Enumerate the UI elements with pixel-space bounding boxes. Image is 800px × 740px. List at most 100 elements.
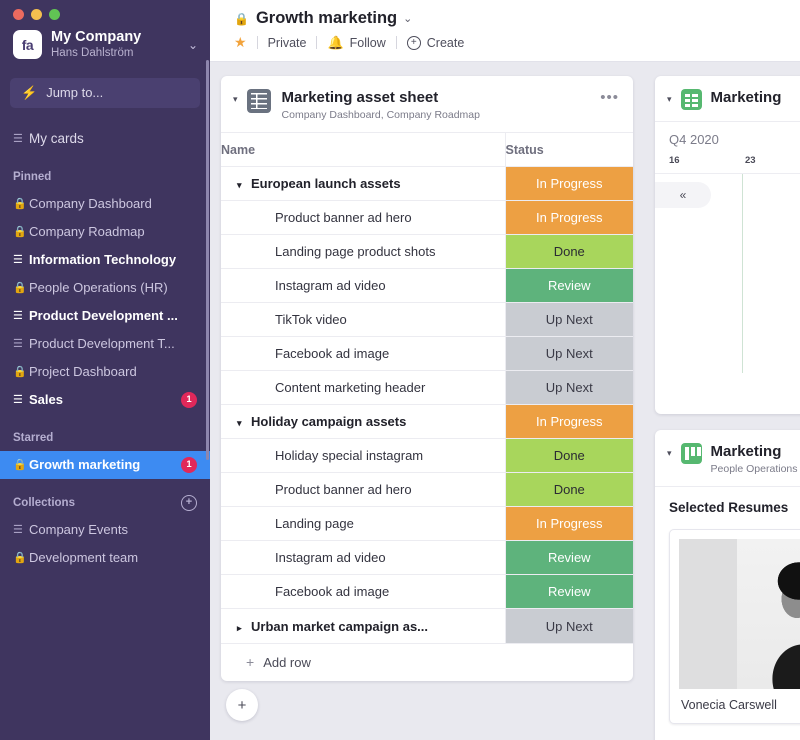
sidebar-item-label: People Operations (HR): [29, 280, 168, 296]
cell-status[interactable]: Up Next: [504, 336, 633, 371]
row-name: Holiday campaign assets: [251, 414, 407, 430]
follow-button[interactable]: 🔔 Follow: [327, 35, 385, 51]
table-row[interactable]: Holiday special instagram Done: [221, 438, 633, 473]
org-switcher[interactable]: fa My Company Hans Dahlström ⌄: [0, 20, 210, 61]
row-expand-caret-icon[interactable]: ▾: [237, 418, 251, 429]
row-expand-caret-icon[interactable]: ▾: [237, 180, 251, 191]
card-header: ▾ Marketing People Operations (HR): [655, 430, 800, 486]
gantt-collapse-button[interactable]: «: [655, 182, 711, 208]
sidebar-item-product-development[interactable]: ☰ Product Development ...: [0, 302, 210, 330]
sidebar: fa My Company Hans Dahlström ⌄ ⚡ Jump to…: [0, 0, 210, 740]
sidebar-item-sales[interactable]: ☰ Sales 1: [0, 386, 210, 414]
maximize-window-icon[interactable]: [49, 9, 60, 20]
cell-name: Facebook ad image: [221, 574, 505, 609]
table-row[interactable]: Facebook ad image Up Next: [221, 336, 633, 371]
gantt-body: Q4 2020 16 23 30 «: [655, 121, 800, 399]
cell-name: Content marketing header: [221, 370, 505, 405]
gantt-tick-row: 16 23 30: [655, 155, 800, 173]
table-row[interactable]: Product banner ad hero Done: [221, 472, 633, 507]
privacy-button[interactable]: Private: [268, 36, 307, 50]
cell-status[interactable]: In Progress: [504, 506, 633, 541]
table-row[interactable]: Landing page In Progress: [221, 506, 633, 541]
sidebar-item-company-events[interactable]: ☰ Company Events: [0, 516, 210, 544]
table-row[interactable]: Facebook ad image Review: [221, 574, 633, 609]
cell-status[interactable]: Review: [504, 574, 633, 609]
cell-status[interactable]: Done: [504, 234, 633, 269]
add-row-button[interactable]: + Add row: [221, 642, 633, 681]
row-expand-caret-icon[interactable]: ▸: [237, 623, 251, 634]
divider: [316, 36, 318, 49]
table-row[interactable]: ▾ Holiday campaign assets In Progress: [221, 404, 633, 439]
sidebar-scrollbar[interactable]: [206, 60, 209, 460]
minimize-window-icon[interactable]: [31, 9, 42, 20]
sidebar-item-product-development-team[interactable]: ☰ Product Development T...: [0, 330, 210, 358]
cell-status[interactable]: In Progress: [504, 404, 633, 439]
cell-name: Product banner ad hero: [221, 472, 505, 507]
avatar: [679, 539, 800, 690]
star-icon[interactable]: ★: [234, 34, 247, 51]
sidebar-item-company-roadmap[interactable]: 🔒 Company Roadmap: [0, 218, 210, 246]
year-value: 2020: [689, 132, 719, 147]
create-button[interactable]: + Create: [406, 35, 464, 50]
cell-name: ▾ European launch assets: [221, 166, 505, 201]
org-username: Hans Dahlström: [51, 46, 134, 59]
cell-status[interactable]: Up Next: [504, 608, 633, 643]
privacy-label: Private: [267, 35, 307, 50]
cell-status[interactable]: In Progress: [504, 166, 633, 201]
column-header-status[interactable]: Status: [504, 132, 633, 167]
page-title: 🔒 Growth marketing ⌄: [234, 9, 800, 28]
sidebar-item-information-technology[interactable]: ☰ Information Technology: [0, 246, 210, 274]
gantt-tick: 23: [745, 155, 756, 166]
collapse-caret-icon[interactable]: ▾: [667, 443, 681, 459]
sidebar-item-company-dashboard[interactable]: 🔒 Company Dashboard: [0, 190, 210, 218]
card-subtitle: People Operations (HR): [710, 463, 800, 476]
table-row[interactable]: Instagram ad video Review: [221, 540, 633, 575]
lock-icon: 🔒: [13, 226, 27, 239]
cell-status[interactable]: Review: [504, 268, 633, 303]
topbar: 🔒 Growth marketing ⌄ ★ Private 🔔 Follow …: [210, 0, 800, 62]
lock-icon: 🔒: [234, 11, 249, 26]
cell-status[interactable]: Up Next: [504, 302, 633, 337]
column-header-name[interactable]: Name: [221, 132, 505, 167]
close-window-icon[interactable]: [13, 9, 24, 20]
cell-status[interactable]: Up Next: [504, 370, 633, 405]
add-collection-button[interactable]: +: [181, 494, 197, 511]
kanban-card-item[interactable]: Vonecia Carswell: [669, 529, 800, 725]
table-row[interactable]: Content marketing header Up Next: [221, 370, 633, 405]
jump-to-search[interactable]: ⚡ Jump to...: [10, 77, 200, 108]
sidebar-item-label: Product Development T...: [29, 336, 175, 352]
cell-name: Product banner ad hero: [221, 200, 505, 235]
ellipsis-icon[interactable]: •••: [598, 89, 621, 106]
gantt-grid: «: [655, 173, 800, 373]
sidebar-item-label: Company Dashboard: [29, 196, 152, 212]
sidebar-item-development-team[interactable]: 🔒 Development team: [0, 544, 210, 572]
sidebar-section-collections: Collections +: [0, 494, 210, 511]
bolt-icon: ⚡: [21, 84, 38, 100]
cell-status[interactable]: In Progress: [504, 200, 633, 235]
table-row[interactable]: TikTok video Up Next: [221, 302, 633, 337]
sidebar-item-people-operations[interactable]: 🔒 People Operations (HR): [0, 274, 210, 302]
sidebar-section-pinned: Pinned: [0, 169, 210, 185]
sidebar-item-project-dashboard[interactable]: 🔒 Project Dashboard: [0, 358, 210, 386]
chevron-down-icon[interactable]: ⌄: [403, 12, 412, 25]
table-row[interactable]: Instagram ad video Review: [221, 268, 633, 303]
chevron-down-icon[interactable]: ⌄: [184, 38, 198, 52]
collapse-caret-icon[interactable]: ▾: [667, 89, 681, 105]
list-icon: ☰: [13, 254, 23, 267]
cell-status[interactable]: Done: [504, 438, 633, 473]
kanban-card-label: Vonecia Carswell: [681, 698, 777, 713]
cell-name: ▾ Holiday campaign assets: [221, 404, 505, 439]
collapse-caret-icon[interactable]: ▾: [233, 89, 247, 105]
lock-icon: 🔒: [13, 552, 27, 565]
table-row[interactable]: Landing page product shots Done: [221, 234, 633, 269]
add-card-fab[interactable]: +: [226, 689, 258, 721]
table-row[interactable]: ▾ European launch assets In Progress: [221, 166, 633, 201]
cell-status[interactable]: Done: [504, 472, 633, 507]
table-row[interactable]: ▸ Urban market campaign as... Up Next: [221, 608, 633, 643]
table-row[interactable]: Product banner ad hero In Progress: [221, 200, 633, 235]
unread-badge: 1: [181, 391, 197, 408]
bell-icon: 🔔: [327, 34, 344, 50]
sidebar-item-growth-marketing[interactable]: 🔒 Growth marketing 1: [0, 450, 210, 479]
cell-status[interactable]: Review: [504, 540, 633, 575]
sidebar-item-my-cards[interactable]: ☰ My cards: [0, 125, 210, 153]
